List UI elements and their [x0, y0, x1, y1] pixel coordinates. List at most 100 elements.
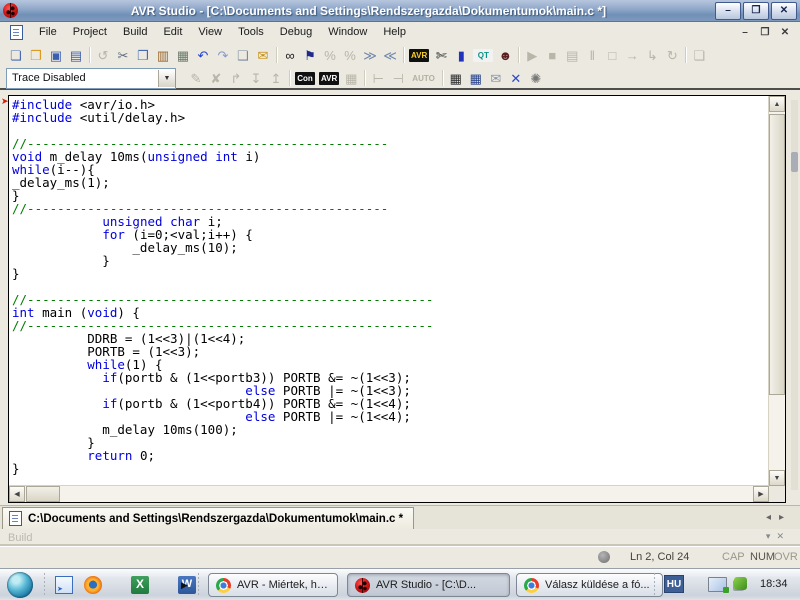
taskbar-separator	[44, 573, 45, 597]
maximize-button[interactable]: ❐	[743, 1, 769, 20]
menu-tools[interactable]: Tools	[230, 24, 272, 40]
menu-help[interactable]: Help	[375, 24, 414, 40]
display-tray-icon[interactable]	[708, 577, 729, 593]
avr-assembler-icon[interactable]: AVR	[409, 48, 430, 62]
menu-build[interactable]: Build	[115, 24, 155, 40]
trace-combobox[interactable]: Trace Disabled ▼	[6, 67, 176, 89]
taskbar-button[interactable]: AVR Studio - [C:\D...	[347, 573, 510, 597]
smiley-icon[interactable]: ☻	[496, 47, 514, 64]
outdent-icon[interactable]: ≪	[381, 47, 399, 64]
probe-right-icon[interactable]: ⊣	[389, 70, 407, 87]
trace-up-icon[interactable]: ↱	[227, 70, 245, 87]
pane-close-icon[interactable]: ✕	[776, 531, 790, 541]
save-icon[interactable]: ▣	[47, 47, 65, 64]
paste-icon[interactable]: ▥	[154, 47, 172, 64]
avr-badge-icon[interactable]: AVR	[319, 71, 340, 85]
cascade-windows-icon[interactable]: ❑	[234, 47, 252, 64]
find-icon[interactable]: ∞	[281, 47, 299, 64]
trace-pencil-icon[interactable]: ✎	[187, 70, 205, 87]
new-file-icon[interactable]: ❏	[7, 47, 25, 64]
open-file-icon[interactable]: ❒	[27, 47, 45, 64]
jump-bottom-icon[interactable]: ↧	[247, 70, 265, 87]
print-icon[interactable]: ▦	[174, 47, 192, 64]
pane-collapse-icon[interactable]: ▾	[766, 531, 777, 541]
undo-icon[interactable]: ↶	[194, 47, 212, 64]
auto-icon[interactable]: AUTO	[410, 72, 437, 85]
watch-memory-icon[interactable]: ▦	[447, 70, 465, 87]
pause-icon[interactable]: ‖	[583, 47, 601, 64]
toolbar-separator	[86, 46, 93, 64]
taskbar-button[interactable]: AVR - Miértek, hog...	[208, 573, 338, 597]
copy-icon[interactable]: ❐	[134, 47, 152, 64]
workspace-scroll-thumb[interactable]	[791, 152, 798, 172]
scroll-left-button[interactable]: ◀	[9, 486, 25, 502]
taskbar-button[interactable]: Válasz küldése a fó...	[516, 573, 663, 597]
excel-icon[interactable]	[131, 576, 149, 594]
send-to-device-icon[interactable]: ✉	[487, 70, 505, 87]
start-button[interactable]	[7, 572, 33, 598]
close-button[interactable]: ✕	[771, 1, 797, 20]
file-tab-label: C:\Documents and Settings\Rendszergazda\…	[28, 512, 404, 525]
revert-icon[interactable]: ↺	[94, 47, 112, 64]
workspace-scrollbar[interactable]	[791, 100, 798, 490]
send-mail-icon[interactable]: ✉	[254, 47, 272, 64]
code-area[interactable]: #include <avr/io.h> #include <util/delay.…	[12, 98, 767, 484]
stop-icon[interactable]: ■	[543, 47, 561, 64]
debug-window-icon[interactable]: ❏	[690, 47, 708, 64]
tab-scroll-right-icon[interactable]: ▸	[779, 512, 792, 523]
tab-scroll-left-icon[interactable]: ◂	[766, 512, 779, 523]
menu-view[interactable]: View	[190, 24, 230, 40]
watch-memory-run-icon[interactable]: ▦	[467, 70, 485, 87]
percent2-icon[interactable]: %	[341, 47, 359, 64]
menu-window[interactable]: Window	[320, 24, 375, 40]
file-tab[interactable]: C:\Documents and Settings\Rendszergazda\…	[2, 507, 415, 529]
scroll-down-button[interactable]: ▼	[769, 470, 785, 486]
redo-icon[interactable]: ↷	[214, 47, 232, 64]
cut-trace-icon[interactable]: ✄	[432, 47, 450, 64]
step-into-icon[interactable]: ↳	[643, 47, 661, 64]
con-badge-icon[interactable]: Con	[295, 71, 315, 85]
mdi-minimize-button[interactable]: –	[738, 27, 752, 38]
usb-tray-icon[interactable]	[734, 577, 747, 590]
settings-gear-icon[interactable]: ✺	[527, 70, 545, 87]
save-all-icon[interactable]: ▤	[67, 47, 85, 64]
bookmark-flag-icon[interactable]: ⚑	[301, 47, 319, 64]
combobox-dropdown-icon[interactable]: ▼	[158, 69, 175, 87]
language-indicator[interactable]: HU	[664, 575, 684, 593]
minimize-button[interactable]: –	[715, 1, 741, 20]
remove-trace-icon[interactable]: ✘	[207, 70, 225, 87]
cancel-x-icon[interactable]: ✕	[507, 70, 525, 87]
clock[interactable]: 18:34	[760, 578, 788, 590]
app-window-icon[interactable]	[55, 576, 73, 594]
cut-icon[interactable]: ✂	[114, 47, 132, 64]
line-col-indicator: Ln 2, Col 24	[630, 551, 690, 563]
qt-plugin-icon[interactable]: QT	[473, 48, 494, 62]
title-bar[interactable]: AVR Studio - [C:\Documents and Settings\…	[0, 0, 800, 22]
scroll-up-button[interactable]: ▲	[769, 96, 785, 112]
scroll-right-button[interactable]: ▶	[753, 486, 769, 502]
mdi-close-button[interactable]: ✕	[778, 27, 792, 38]
percent-icon[interactable]: %	[321, 47, 339, 64]
menu-edit[interactable]: Edit	[155, 24, 190, 40]
run-icon[interactable]: ▶	[523, 47, 541, 64]
code-line: }	[12, 461, 20, 476]
vertical-scrollbar[interactable]: ▲ ▼	[768, 96, 785, 486]
indent-icon[interactable]: ≫	[361, 47, 379, 64]
reset-icon[interactable]: ↻	[663, 47, 681, 64]
vertical-scroll-thumb[interactable]	[769, 114, 785, 395]
jump-top-icon[interactable]: ↥	[267, 70, 285, 87]
build-log-icon[interactable]: ▤	[563, 47, 581, 64]
quicklaunch-expand-icon[interactable]: ▶	[181, 580, 188, 591]
menu-project[interactable]: Project	[65, 24, 115, 40]
menu-file[interactable]: File	[31, 24, 65, 40]
battery-icon[interactable]: ▮	[452, 47, 470, 64]
horizontal-scrollbar[interactable]: ◀ ▶	[9, 485, 769, 502]
probe-left-icon[interactable]: ⊢	[369, 70, 387, 87]
firefox-icon[interactable]	[84, 576, 102, 594]
mdi-restore-button[interactable]: ❐	[758, 27, 772, 38]
horizontal-scroll-thumb[interactable]	[26, 486, 60, 502]
menu-debug[interactable]: Debug	[272, 24, 320, 40]
step-over-icon[interactable]: →	[623, 47, 641, 64]
grid-icon[interactable]: ▦	[342, 70, 360, 87]
frame-icon[interactable]: □	[603, 47, 621, 64]
